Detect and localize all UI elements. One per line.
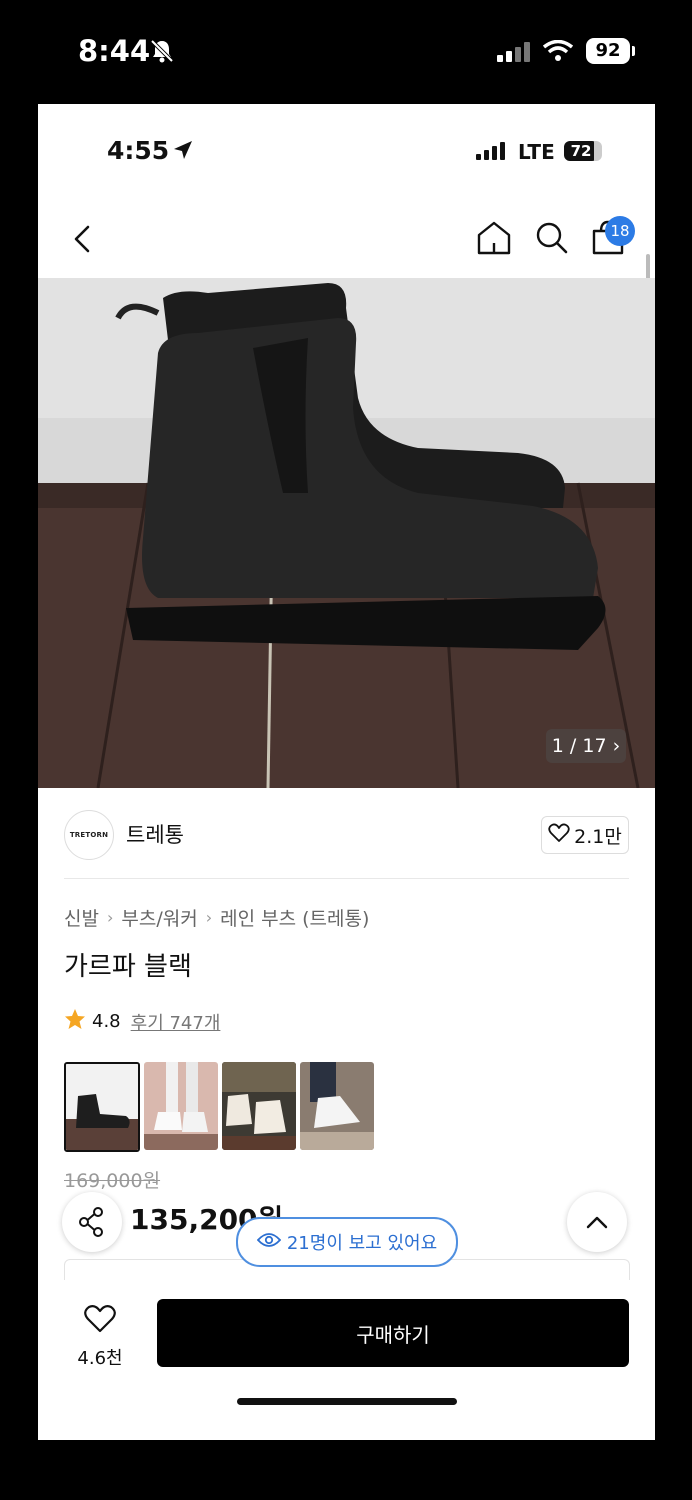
eye-icon	[256, 1232, 282, 1253]
heart-icon	[548, 823, 570, 848]
thumbnail-cream-boots[interactable]	[222, 1062, 296, 1150]
brand-logo[interactable]: TRETORN	[64, 810, 114, 860]
pager-text: 1 / 17	[551, 735, 607, 757]
breadcrumb-item[interactable]: 레인 부츠 (트레통)	[220, 904, 369, 931]
search-icon[interactable]	[534, 219, 570, 261]
chevron-right-icon: ›	[205, 908, 213, 927]
wishlist-button[interactable]: 4.6천	[74, 1304, 126, 1370]
thumbnail-strip	[64, 1062, 374, 1152]
battery-remaining	[594, 141, 602, 161]
battery-tip	[632, 46, 635, 56]
brand-like-button[interactable]: 2.1만	[541, 816, 629, 854]
cell-signal-icon	[476, 142, 508, 164]
viewers-text: 21명이 보고 있어요	[286, 1233, 438, 1254]
product-title: 가르파 블랙	[64, 952, 192, 982]
review-count-link[interactable]: 후기 747개	[131, 1009, 221, 1035]
original-price: 169,000원	[64, 1170, 161, 1192]
home-icon[interactable]	[476, 219, 512, 261]
bell-slash-icon	[149, 38, 175, 68]
breadcrumb-item[interactable]: 신발	[64, 904, 99, 931]
divider	[64, 878, 629, 879]
brand-row[interactable]: TRETORN 트레통 2.1만	[38, 789, 655, 879]
wishlist-count: 4.6천	[77, 1348, 123, 1369]
rating-row: 4.8 후기 747개	[64, 1008, 220, 1035]
wifi-icon	[542, 39, 574, 66]
outer-status-bar: 8:44 92	[0, 0, 692, 104]
location-arrow-icon	[172, 139, 194, 165]
cart-count-badge: 18	[605, 216, 635, 246]
outer-clock: 8:44	[78, 34, 151, 68]
brand-like-count: 2.1만	[574, 825, 622, 848]
viewers-badge: 21명이 보고 있어요	[236, 1217, 458, 1267]
thumbnail-black-boot[interactable]	[64, 1062, 140, 1152]
screenshot-panel: 4:55 LTE 72 18 1 / 17 › TRETORN 트레통 2.1만…	[38, 104, 655, 1440]
image-pager[interactable]: 1 / 17 ›	[546, 729, 626, 763]
network-type: LTE	[518, 140, 555, 164]
inner-status-bar: 4:55 LTE 72	[38, 104, 655, 199]
buy-button[interactable]: 구매하기	[157, 1299, 629, 1367]
share-button[interactable]	[62, 1192, 122, 1252]
top-navigation	[38, 199, 655, 279]
star-icon	[64, 1008, 86, 1035]
inner-clock: 4:55	[107, 136, 170, 165]
heart-icon	[83, 1305, 117, 1338]
battery-icon: 92	[586, 38, 630, 64]
chevron-right-icon: ›	[106, 908, 114, 927]
breadcrumb: 신발 › 부츠/워커 › 레인 부츠 (트레통)	[64, 904, 369, 931]
breadcrumb-item[interactable]: 부츠/워커	[121, 904, 197, 931]
product-image[interactable]: 1 / 17 ›	[38, 278, 655, 788]
thumbnail-white-boot-legs[interactable]	[144, 1062, 218, 1150]
home-indicator	[237, 1398, 457, 1405]
battery-icon: 72	[564, 141, 598, 161]
cell-signal-icon	[497, 42, 531, 66]
brand-name[interactable]: 트레통	[126, 819, 184, 849]
back-icon[interactable]	[68, 221, 98, 257]
rating-value: 4.8	[92, 1011, 121, 1032]
thumbnail-white-boot-jeans[interactable]	[300, 1062, 374, 1150]
bottom-action-bar: 4.6천 구매하기	[38, 1280, 655, 1440]
scroll-top-button[interactable]	[567, 1192, 627, 1252]
